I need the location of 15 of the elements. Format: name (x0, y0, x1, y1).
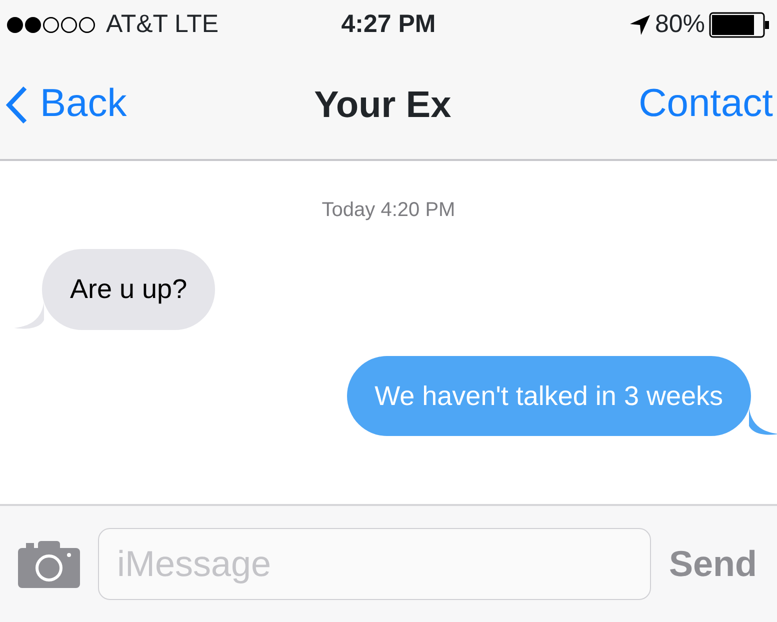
chevron-left-icon (6, 86, 28, 124)
battery-icon (708, 12, 771, 38)
bubble-tail (749, 408, 777, 436)
back-button[interactable]: Back (6, 75, 127, 134)
battery-percentage: 80% (654, 9, 705, 40)
message-timestamp: Today 4:20 PM (320, 198, 456, 223)
location-arrow-icon (628, 14, 651, 36)
clock-time: 4:27 PM (341, 9, 436, 40)
send-button[interactable]: Send (668, 537, 757, 591)
carrier-name: AT&T LTE (106, 9, 219, 40)
conversation-title: Your Ex (314, 82, 452, 127)
signal-icon (6, 16, 98, 34)
contact-button[interactable]: Contact (638, 75, 773, 134)
bubble-tail (14, 302, 44, 330)
camera-icon[interactable] (18, 540, 80, 588)
